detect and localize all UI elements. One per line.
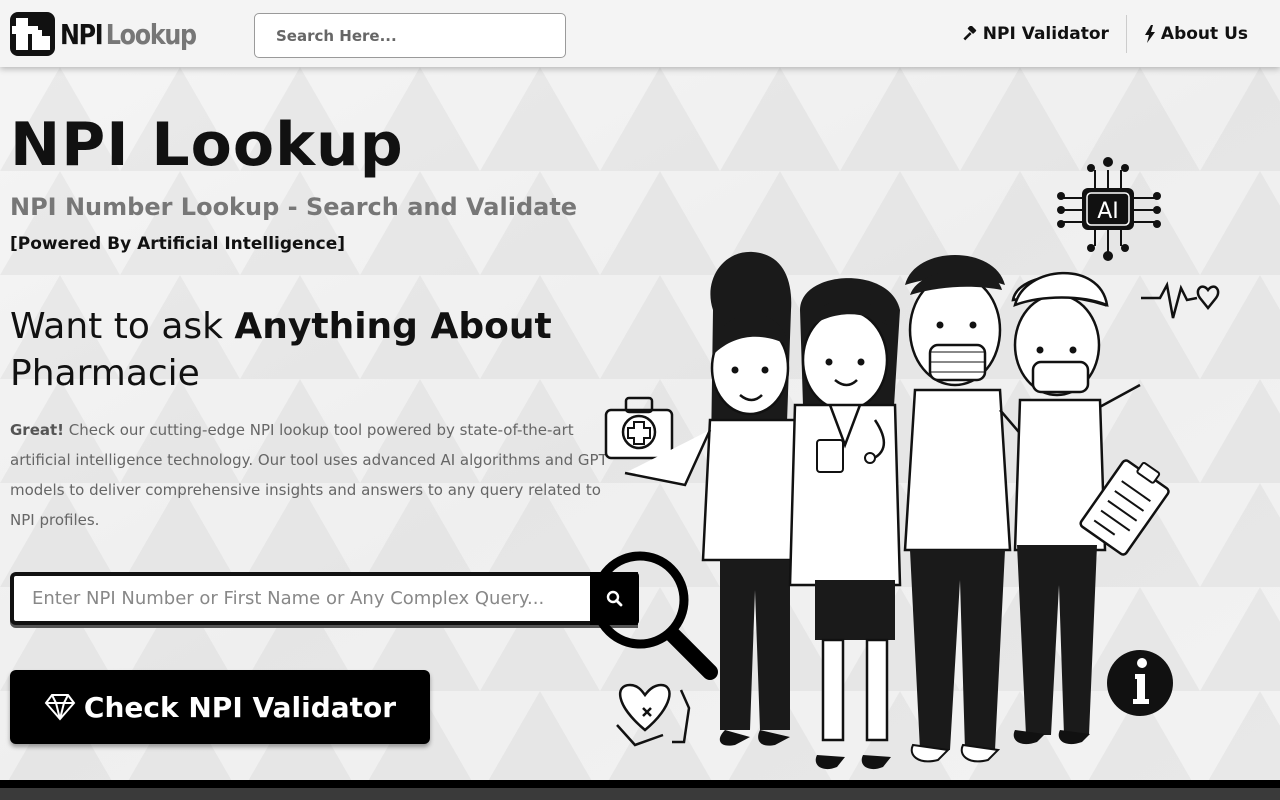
bolt-icon	[1144, 25, 1155, 43]
ask-bold: Anything About	[234, 306, 552, 347]
logo-wordmark: NPI Lookup	[60, 17, 197, 51]
nav-npi-validator[interactable]: NPI Validator	[945, 15, 1126, 53]
diamond-icon	[44, 694, 76, 721]
nav-about-us[interactable]: About Us	[1127, 15, 1280, 53]
logo-lookup-text: Lookup	[105, 17, 197, 51]
npi-query-input[interactable]	[18, 576, 588, 621]
main-nav: NPI Validator About Us	[945, 15, 1280, 53]
ask-heading: Want to ask Anything About Pharmacie	[10, 303, 610, 397]
hero-description: Great! Check our cutting-edge NPI lookup…	[10, 415, 625, 535]
magnifier-icon	[591, 551, 718, 680]
check-npi-validator-button[interactable]: Check NPI Validator	[10, 670, 430, 744]
powered-by-tagline: [Powered By Artificial Intelligence]	[10, 234, 346, 254]
page-subtitle: NPI Number Lookup - Search and Validate	[10, 193, 578, 221]
logo-npi-text: NPI	[60, 17, 104, 51]
gavel-icon	[963, 26, 976, 41]
medical-cross-icon	[10, 12, 55, 56]
site-logo[interactable]: NPI Lookup	[10, 12, 220, 56]
site-header: NPI Lookup NPI Validator About Us	[0, 0, 1280, 67]
heart-hands-icon	[616, 683, 691, 747]
query-search-box	[10, 572, 638, 625]
heartbeat-icon	[1141, 281, 1220, 319]
doctors-illustration: AI	[591, 157, 1220, 770]
footer-bar	[0, 780, 1280, 800]
ai-chip-label: AI	[1097, 199, 1119, 224]
desc-highlight: Great!	[10, 421, 65, 439]
first-aid-kit-icon	[604, 396, 674, 460]
cta-label: Check NPI Validator	[83, 690, 397, 724]
page-title: NPI Lookup	[10, 110, 404, 180]
ask-prefix: Want to ask	[10, 306, 235, 347]
header-search-input[interactable]	[254, 13, 566, 58]
ai-chip-icon: AI	[1057, 157, 1161, 261]
desc-text: Check our cutting-edge NPI lookup tool p…	[10, 421, 608, 529]
info-icon	[1107, 650, 1173, 716]
nav-npi-validator-label: NPI Validator	[982, 24, 1109, 44]
doctor-figure-2	[788, 278, 902, 770]
nav-about-us-label: About Us	[1160, 24, 1248, 44]
ask-topic: Pharmacie	[10, 353, 200, 394]
